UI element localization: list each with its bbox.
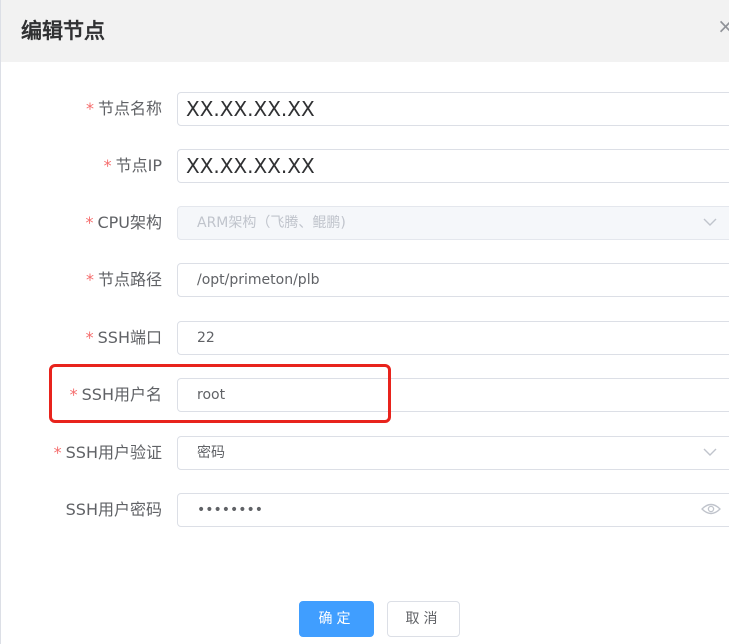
label-text: SSH用户密码	[65, 500, 162, 519]
dialog-header: 编辑节点 ×	[1, 0, 729, 62]
label-text: 节点路径	[97, 270, 162, 289]
node-path-label: * 节点路径	[86, 263, 162, 297]
form-row-cpu-arch: * CPU架构 ARM架构（飞腾、鲲鹏)	[1, 206, 729, 240]
ssh-password-input[interactable]: ••••••••	[177, 493, 729, 527]
label-text: 节点名称	[97, 99, 162, 118]
cpu-arch-label: * CPU架构	[85, 206, 162, 240]
ssh-port-input[interactable]: 22	[177, 321, 729, 355]
node-path-input[interactable]: /opt/primeton/plb	[177, 263, 729, 297]
confirm-button[interactable]: 确定	[299, 601, 374, 637]
ssh-auth-select[interactable]: 密码	[177, 436, 729, 470]
ssh-password-label: SSH用户密码	[66, 493, 162, 527]
node-ip-input[interactable]: XX.XX.XX.XX	[177, 149, 729, 183]
dialog-title: 编辑节点	[21, 19, 105, 43]
cancel-button[interactable]: 取消	[387, 601, 460, 637]
node-name-input[interactable]: XX.XX.XX.XX	[177, 92, 729, 126]
node-ip-label: * 节点IP	[104, 149, 162, 183]
highlight-annotation	[49, 364, 391, 423]
form-row-node-path: * 节点路径 /opt/primeton/plb	[1, 263, 729, 297]
form-row-ssh-password: SSH用户密码 ••••••••	[1, 493, 729, 527]
required-mark: *	[85, 270, 94, 289]
label-text: SSH端口	[97, 328, 162, 347]
label-text: SSH用户验证	[65, 443, 162, 462]
eye-icon[interactable]	[700, 493, 722, 525]
form-row-node-ip: * 节点IP XX.XX.XX.XX	[1, 149, 729, 183]
ssh-auth-value: 密码	[197, 445, 225, 461]
required-mark: *	[103, 156, 112, 175]
ssh-port-label: * SSH端口	[86, 321, 162, 355]
form-row-ssh-port: * SSH端口 22	[1, 321, 729, 355]
node-name-label: * 节点名称	[86, 92, 162, 126]
required-mark: *	[85, 99, 94, 118]
label-text: 节点IP	[115, 156, 162, 175]
form-row-ssh-auth: * SSH用户验证 密码	[1, 436, 729, 470]
chevron-down-icon	[700, 436, 720, 468]
chevron-down-icon	[700, 206, 720, 238]
edit-node-dialog: 编辑节点 × * 节点名称 XX.XX.XX.XX * 节点IP XX.XX.XX.…	[0, 0, 729, 644]
required-mark: *	[85, 213, 94, 232]
required-mark: *	[53, 443, 62, 462]
close-icon[interactable]: ×	[717, 14, 729, 38]
ssh-auth-label: * SSH用户验证	[54, 436, 162, 470]
form-row-node-name: * 节点名称 XX.XX.XX.XX	[1, 92, 729, 126]
label-text: CPU架构	[97, 213, 162, 232]
cpu-arch-select[interactable]: ARM架构（飞腾、鲲鹏)	[177, 206, 729, 240]
required-mark: *	[85, 328, 94, 347]
cpu-arch-value: ARM架构（飞腾、鲲鹏)	[197, 215, 346, 231]
